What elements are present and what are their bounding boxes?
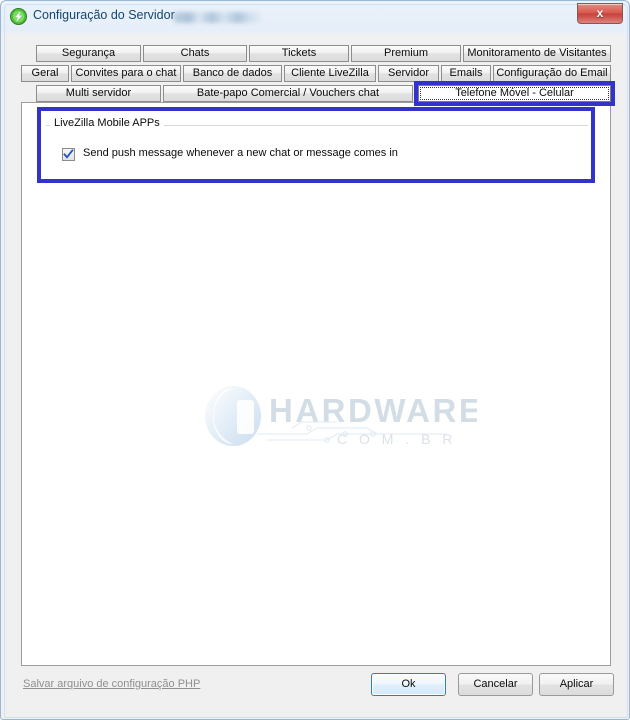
title-bar[interactable]: Configuração do Servidor x (1, 1, 630, 33)
hardware-com-br-watermark: HARDWARE C O M . B R (197, 382, 481, 454)
cancel-button[interactable]: Cancelar (458, 673, 533, 696)
tab-geral[interactable]: Geral (21, 65, 69, 82)
close-button[interactable]: x (577, 3, 623, 24)
server-configuration-window: Configuração do Servidor x Segurança Chat… (0, 0, 630, 720)
tab-seguran-a[interactable]: Segurança (36, 45, 141, 62)
svg-text:HARDWARE: HARDWARE (269, 392, 477, 429)
tab-multi-servidor[interactable]: Multi servidor (36, 85, 161, 102)
tab-bate-papo-comercial-vouchers-chat[interactable]: Bate-papo Comercial / Vouchers chat (163, 85, 413, 102)
tab-emails[interactable]: Emails (441, 65, 491, 82)
dialog-footer: Salvar arquivo de configuração PHP Ok Ca… (21, 671, 614, 701)
tab-chats[interactable]: Chats (143, 45, 247, 62)
group-highlight-annotation (37, 107, 595, 183)
tab-banco-de-dados[interactable]: Banco de dados (183, 65, 282, 82)
blurred-title-suffix (173, 12, 261, 23)
tab-tickets[interactable]: Tickets (249, 45, 349, 62)
livezilla-green-icon (10, 8, 27, 25)
ok-button[interactable]: Ok (371, 673, 446, 696)
tab-cliente-livezilla[interactable]: Cliente LiveZilla (284, 65, 376, 82)
tab-row-1: Segurança Chats Tickets Premium Monitorament… (21, 45, 611, 63)
tab-monitoramento-de-visitantes[interactable]: Monitoramento de Visitantes (463, 45, 611, 62)
tab-telefone-m-vel-celular[interactable]: Telefone Móvel - Celular (418, 85, 611, 102)
save-php-config-link[interactable]: Salvar arquivo de configuração PHP (23, 678, 200, 690)
window-title: Configuração do Servidor (33, 8, 175, 22)
apply-button[interactable]: Aplicar (539, 673, 614, 696)
tab-convites-para-o-chat[interactable]: Convites para o chat (71, 65, 181, 82)
svg-text:C O M . B R: C O M . B R (337, 431, 456, 447)
tab-strip: Segurança Chats Tickets Premium Monitorament… (21, 45, 615, 106)
tab-servidor[interactable]: Servidor (378, 65, 439, 82)
tab-content-panel: LiveZilla Mobile APPs Send push message … (21, 102, 611, 666)
tab-row-3: Multi servidor Bate-papo Comercial / Vouc… (21, 85, 611, 103)
tab-configura-o-do-email[interactable]: Configuração do Email (493, 65, 611, 82)
tab-premium[interactable]: Premium (351, 45, 461, 62)
